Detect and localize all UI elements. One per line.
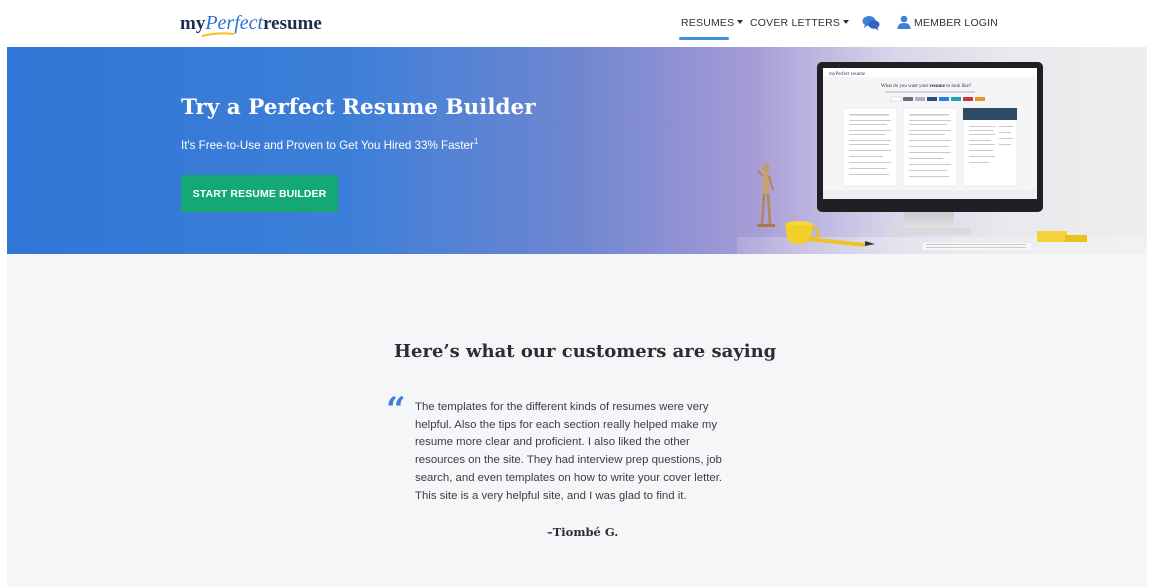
monitor-stand-base: [887, 228, 971, 234]
screen-heading-post: to look like?: [946, 84, 972, 89]
resume-templates-preview-image: myPerfect resume What do you want your r…: [823, 68, 1037, 199]
footnote-marker: 1: [473, 137, 479, 146]
quote-line: resources on the site. They had intervie…: [415, 454, 722, 467]
wooden-mannequin-image: [756, 164, 775, 227]
nav-resumes-label: RESUMES: [681, 17, 735, 29]
user-icon[interactable]: [897, 15, 911, 29]
nav-active-indicator: [679, 37, 729, 40]
caret-down-icon: [737, 20, 744, 24]
quote-line: resume more clear and proficient. I also…: [415, 436, 690, 449]
hero-banner: Try a Perfect Resume Builder It's Free-t…: [7, 47, 1147, 254]
member-login-link[interactable]: MEMBER LOGIN: [914, 17, 998, 29]
quote-line: search, and even templates on how to wri…: [415, 471, 723, 484]
logo-suffix: resume: [263, 13, 322, 34]
screen-heading-pre: What do you want your: [881, 84, 929, 89]
logo-middle: Perfect: [205, 12, 264, 34]
hero-subtitle: It's Free-to-Use and Proven to Get You H…: [181, 137, 478, 152]
nav-cover-letters-label: COVER LETTERS: [750, 17, 841, 29]
hero-subtitle-text: It's Free-to-Use and Proven to Get You H…: [181, 138, 474, 152]
sticky-notes-image: [1037, 231, 1087, 242]
monitor-screen: myPerfect resume What do you want your r…: [823, 68, 1037, 199]
caret-down-icon: [843, 20, 850, 24]
nav-cover-letters-dropdown[interactable]: COVER LETTERS: [750, 17, 850, 29]
nav-resumes-dropdown[interactable]: RESUMES: [681, 17, 744, 29]
screen-heading-bold: resume: [929, 84, 945, 89]
computer-monitor-image: myPerfect resume What do you want your r…: [817, 62, 1043, 212]
hero-title: Try a Perfect Resume Builder: [181, 95, 536, 120]
start-resume-builder-button[interactable]: START RESUME BUILDER: [181, 175, 338, 212]
chat-bubbles-icon[interactable]: [862, 15, 880, 31]
svg-text:myPerfect resume: myPerfect resume: [829, 72, 866, 77]
keyboard-image: [922, 241, 1032, 252]
screen-heading: What do you want your resume to look lik…: [881, 84, 972, 89]
top-navbar: myPerfectresume RESUMES COVER LETTERS ME…: [0, 0, 1153, 47]
quote-line: The templates for the different kinds of…: [415, 401, 709, 413]
logo-swoosh-icon: [201, 32, 235, 37]
pencil-image: [807, 237, 875, 247]
testimonial-author: –Tiombé G.: [547, 525, 619, 539]
open-quote-icon: “: [386, 390, 406, 430]
logo-prefix: my: [180, 13, 206, 34]
quote-line: helpful. Also the tips for each section …: [415, 418, 718, 431]
testimonial-quote: The templates for the different kinds of…: [415, 399, 755, 505]
testimonials-heading: Here’s what our customers are saying: [394, 341, 777, 362]
quote-line: This site is a very helpful site, and I …: [415, 489, 687, 502]
